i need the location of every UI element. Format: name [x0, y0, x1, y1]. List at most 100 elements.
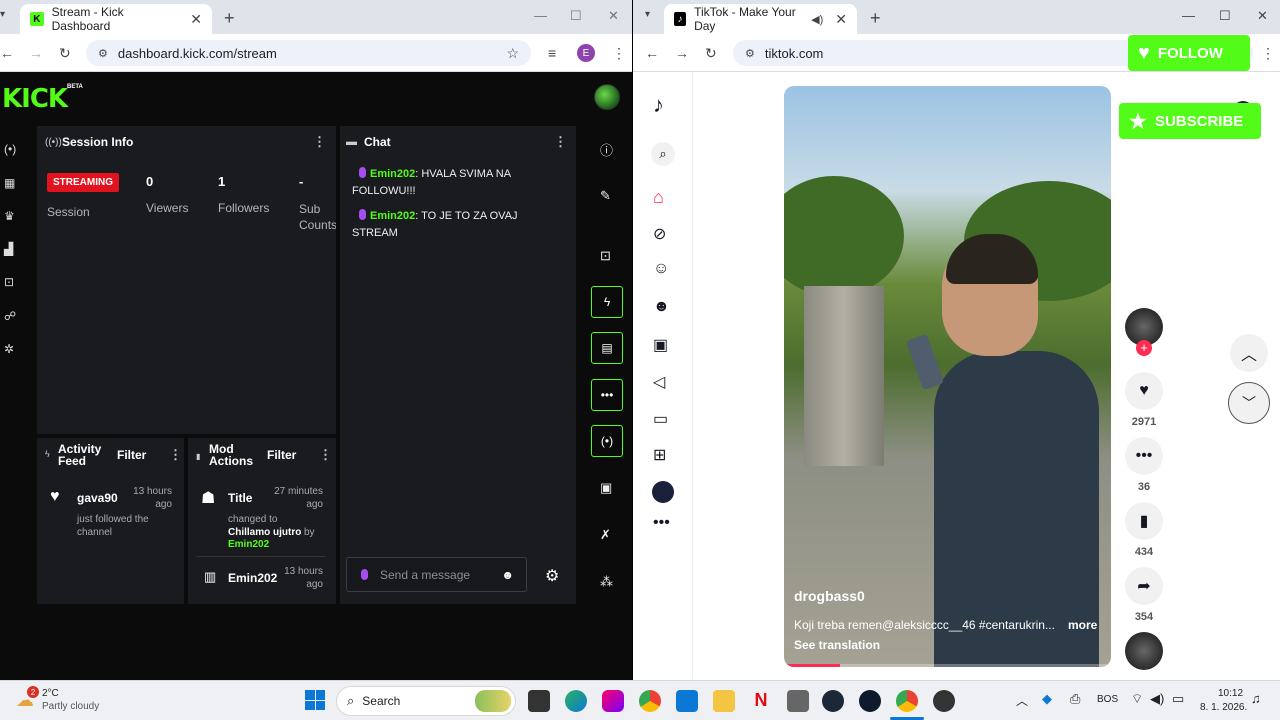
video-icon[interactable]: ▣ [600, 480, 612, 496]
chat-username[interactable]: Emin202 [370, 210, 415, 222]
quick-action-bolt-button[interactable]: ϟ [591, 286, 623, 318]
screenshot-icon[interactable]: ⊡ [600, 248, 611, 264]
steam-alt-icon[interactable] [859, 690, 881, 712]
site-info-icon[interactable]: ⚙ [745, 47, 755, 60]
nav-moderation-icon[interactable]: ⊡ [4, 275, 14, 289]
nav-settings-icon[interactable]: ✲ [4, 342, 14, 356]
home-icon[interactable]: ⌂ [653, 187, 664, 208]
reload-icon[interactable]: ↻ [59, 45, 71, 62]
activity-filter-button[interactable]: Filter [117, 448, 146, 462]
file-explorer-icon[interactable] [713, 690, 735, 712]
search-icon[interactable]: ⌕ [651, 142, 675, 166]
session-menu-icon[interactable]: ⋮ [313, 134, 326, 150]
back-icon[interactable]: ← [645, 45, 659, 61]
menu-kebab-icon[interactable]: ⋮ [1261, 45, 1275, 62]
clock-time[interactable]: 10:12 [1218, 688, 1243, 699]
camera-icon[interactable] [787, 690, 809, 712]
back-icon[interactable]: ← [0, 45, 14, 61]
chat-input[interactable]: Send a message ☻ [346, 557, 527, 592]
mod-item2-user[interactable]: Emin202 [228, 571, 277, 585]
weather-temp[interactable]: 2°C [42, 688, 59, 699]
quick-action-notes-button[interactable]: ▤ [591, 332, 623, 364]
reading-list-icon[interactable]: ≡ [548, 45, 556, 61]
share-icon[interactable]: ⁂ [600, 574, 613, 590]
task-view-icon[interactable] [528, 690, 550, 712]
audio-playing-icon[interactable]: ◀) [811, 13, 823, 26]
menu-kebab-icon[interactable]: ⋮ [612, 45, 626, 62]
defender-icon[interactable]: ◆ [1042, 691, 1052, 707]
user-avatar[interactable] [594, 84, 620, 110]
mod-menu-icon[interactable]: ⋮ [319, 447, 332, 463]
close-window-icon[interactable]: ✕ [608, 8, 619, 24]
follow-plus-icon[interactable]: + [1136, 340, 1152, 356]
forward-icon[interactable]: → [29, 45, 43, 61]
clock-date[interactable]: 8. 1. 2026. [1200, 702, 1247, 713]
omnibox[interactable]: ⚙ dashboard.kick.com/stream ☆ [86, 40, 531, 66]
netflix-icon[interactable]: N [750, 690, 772, 712]
chat-username[interactable]: Emin202 [370, 168, 415, 180]
quick-action-chat-button[interactable]: ••• [591, 379, 623, 411]
creator-avatar-button[interactable]: + [1124, 308, 1164, 356]
wrench-icon[interactable]: ✗ [600, 527, 611, 543]
more-icon[interactable]: ••• [653, 514, 670, 532]
live-icon[interactable]: ▣ [653, 335, 668, 355]
share-button[interactable]: ➦ 354 [1124, 567, 1164, 623]
site-info-icon[interactable]: ⚙ [98, 47, 108, 60]
chrome-profile-icon[interactable] [896, 690, 918, 712]
profile-avatar[interactable] [652, 481, 674, 503]
minimize-icon[interactable]: — [1182, 8, 1195, 23]
save-button[interactable]: ▮ 434 [1124, 502, 1164, 558]
comment-button[interactable]: ••• 36 [1124, 437, 1164, 493]
reload-icon[interactable]: ↻ [705, 45, 717, 62]
activity-menu-icon[interactable]: ⋮ [169, 447, 182, 463]
nav-analytics-icon[interactable]: ▦ [4, 176, 15, 190]
video-player[interactable]: drogbass0 Koji treba remen@aleksicccc__4… [784, 86, 1111, 667]
messages-icon[interactable]: ◁ [653, 372, 665, 392]
steam-icon[interactable] [822, 690, 844, 712]
windows-start-icon[interactable] [305, 690, 325, 710]
microphone-icon[interactable]: ⎙ [1070, 691, 1080, 707]
chat-settings-icon[interactable]: ⚙ [545, 566, 559, 586]
mod-item-user[interactable]: Emin202 [228, 538, 269, 551]
new-tab-icon[interactable]: + [224, 8, 235, 29]
like-button[interactable]: ♥ 2971 [1124, 372, 1164, 428]
explore-icon[interactable]: ⊘ [653, 224, 666, 244]
tray-chevron-icon[interactable]: ︿ [1016, 692, 1028, 709]
video-username[interactable]: drogbass0 [794, 588, 865, 604]
forward-icon[interactable]: → [675, 45, 689, 61]
notifications-icon[interactable]: ♫ [1251, 691, 1261, 706]
activity-icon[interactable]: ▭ [653, 409, 668, 429]
info-icon[interactable]: ⓘ [600, 140, 613, 159]
taskbar-search[interactable]: ⌕ Search [336, 686, 516, 716]
store-icon[interactable] [676, 690, 698, 712]
video-progress-bar[interactable] [784, 664, 1111, 667]
friends-icon[interactable]: ☻ [653, 298, 670, 316]
chat-menu-icon[interactable]: ⋮ [554, 134, 567, 150]
new-tab-icon[interactable]: + [870, 8, 881, 29]
follow-overlay-button[interactable]: ♥ FOLLOW [1128, 35, 1250, 71]
next-video-button[interactable]: ﹀ [1228, 382, 1270, 424]
tab-tiktok[interactable]: ♪ TikTok - Make Your Day ◀) ✕ [664, 4, 857, 34]
see-translation-button[interactable]: See translation [794, 638, 880, 652]
bookmark-star-icon[interactable]: ☆ [506, 45, 519, 62]
battery-icon[interactable]: ▭ [1172, 691, 1184, 707]
obs-icon[interactable] [933, 690, 955, 712]
edge-icon[interactable] [565, 690, 587, 712]
caption-more-button[interactable]: more [1068, 618, 1097, 632]
chrome-icon[interactable] [639, 690, 661, 712]
profile-avatar[interactable]: E [577, 44, 595, 62]
emoji-icon[interactable]: ☻ [501, 568, 514, 582]
maximize-icon[interactable]: ☐ [570, 8, 582, 24]
activity-username[interactable]: gava90 [77, 491, 118, 505]
tab-search-icon[interactable]: ▾ [0, 9, 5, 20]
wifi-icon[interactable]: ⌔ [1131, 691, 1143, 707]
upload-icon[interactable]: ⊞ [653, 445, 666, 465]
edit-icon[interactable]: ✎ [600, 188, 611, 204]
music-disc-button[interactable] [1124, 632, 1164, 670]
kick-logo[interactable]: KICK [2, 84, 68, 114]
nav-trophy-icon[interactable]: ♛ [4, 209, 15, 223]
nav-stream-icon[interactable]: (•) [4, 142, 16, 156]
quick-action-broadcast-button[interactable]: (•) [591, 425, 623, 457]
maximize-icon[interactable]: ☐ [1219, 8, 1231, 24]
copilot-icon[interactable] [602, 690, 624, 712]
